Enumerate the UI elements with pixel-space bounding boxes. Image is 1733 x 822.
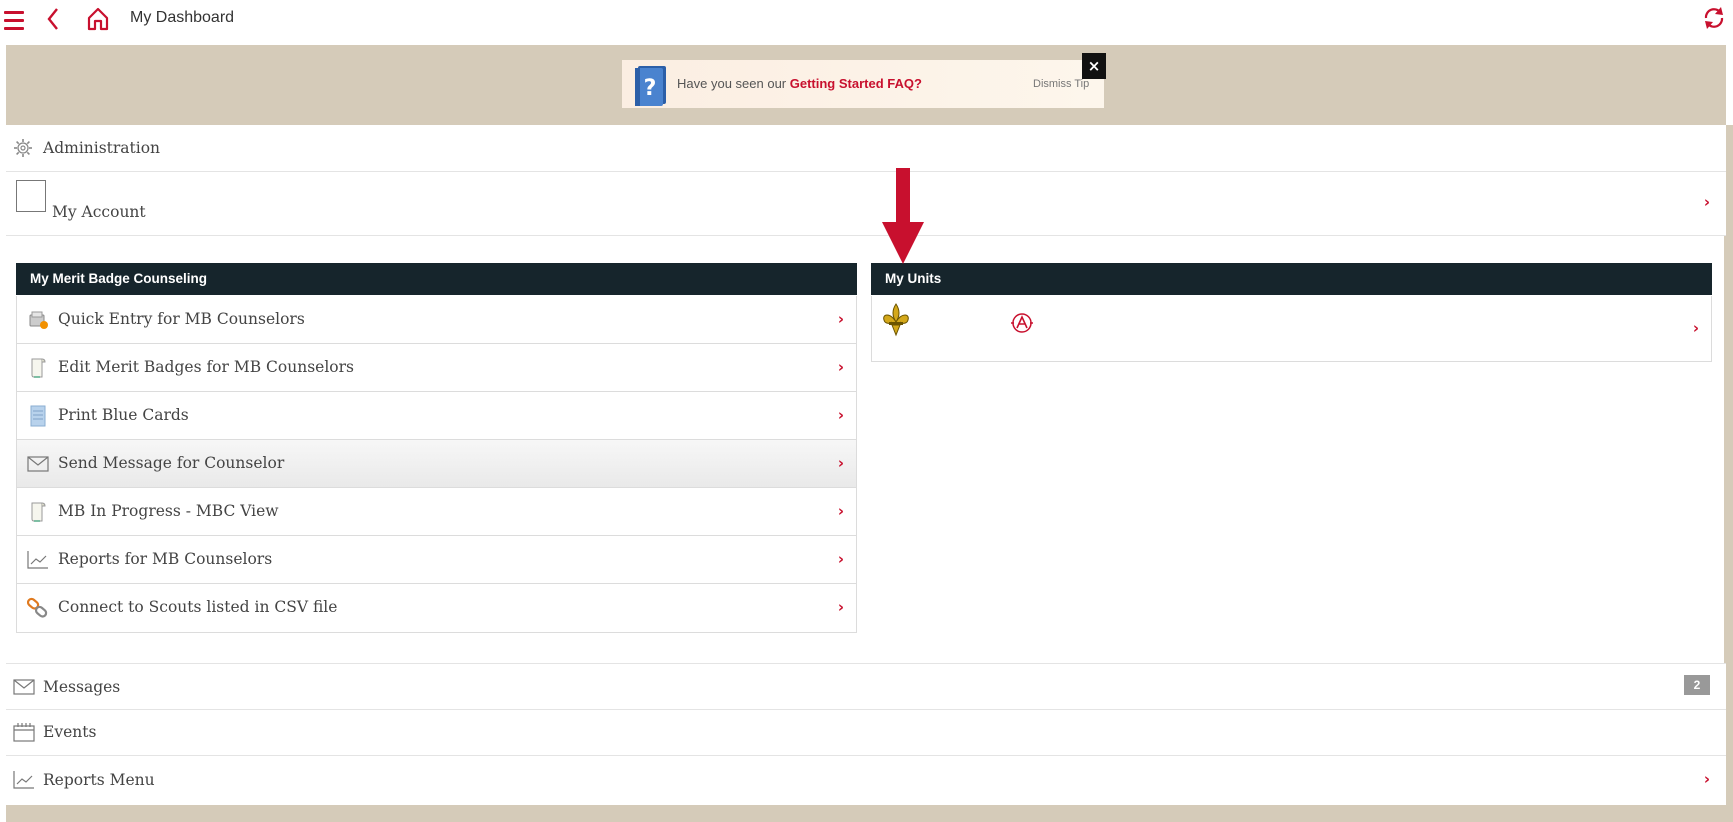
fleur-de-lis-icon (880, 302, 912, 342)
page-title: My Dashboard (130, 9, 235, 26)
events-label: Events (43, 723, 97, 741)
tip-box: ? Have you seen our Getting Started FAQ?… (622, 60, 1104, 108)
chevron-right-icon: › (1703, 193, 1710, 211)
my-units-header: My Units (871, 263, 1712, 295)
chevron-right-icon: › (837, 550, 844, 568)
chevron-right-icon: › (837, 598, 844, 616)
calendar-icon (13, 722, 35, 746)
red-down-arrow-icon (882, 168, 924, 268)
envelope-icon (27, 453, 49, 475)
item-label: Send Message for Counselor (58, 454, 285, 472)
administration-section[interactable]: Administration (6, 125, 1726, 172)
close-tip-button[interactable]: × (1082, 53, 1106, 79)
quick-entry-icon (27, 309, 49, 331)
chevron-right-icon: › (1692, 319, 1699, 337)
tip-text: Have you seen our Getting Started FAQ? (677, 76, 922, 91)
item-label: MB In Progress - MBC View (58, 502, 279, 520)
chevron-right-icon: › (837, 406, 844, 424)
scroll-icon (27, 357, 49, 379)
list-item[interactable]: Connect to Scouts listed in CSV file › (17, 584, 856, 632)
item-label: Edit Merit Badges for MB Counselors (58, 358, 354, 376)
messages-section[interactable]: Messages 2 (6, 663, 1726, 710)
chevron-right-icon: › (837, 358, 844, 376)
item-label: Connect to Scouts listed in CSV file (58, 598, 338, 616)
chevron-right-icon: › (1703, 770, 1710, 788)
svg-text:?: ? (644, 76, 657, 101)
avatar (16, 180, 46, 212)
getting-started-faq-link[interactable]: Getting Started FAQ? (790, 76, 922, 91)
events-section[interactable]: Events (6, 710, 1726, 756)
unit-type-emblem-icon (1010, 311, 1034, 339)
mb-counseling-list: Quick Entry for MB Counselors › Edit Mer… (16, 296, 857, 633)
my-account-section[interactable]: My Account › (6, 172, 1726, 236)
help-book-icon: ? (632, 63, 670, 111)
home-icon[interactable] (86, 6, 110, 36)
administration-label: Administration (43, 139, 161, 157)
chart-line-icon (27, 549, 49, 571)
item-label: Print Blue Cards (58, 406, 189, 424)
tip-prefix: Have you seen our (677, 76, 790, 91)
list-item[interactable]: Print Blue Cards › (17, 392, 856, 440)
item-label: Quick Entry for MB Counselors (58, 310, 305, 328)
chevron-right-icon: › (837, 310, 844, 328)
hamburger-menu-icon[interactable] (4, 6, 24, 32)
list-item[interactable]: Quick Entry for MB Counselors › (17, 296, 856, 344)
messages-label: Messages (43, 678, 121, 696)
messages-count-badge: 2 (1684, 675, 1710, 695)
back-chevron-icon[interactable] (46, 6, 60, 36)
mb-counseling-header: My Merit Badge Counseling (16, 263, 857, 295)
bottom-band (6, 805, 1733, 822)
tip-banner: ? Have you seen our Getting Started FAQ?… (6, 45, 1726, 125)
gear-icon (13, 138, 33, 162)
chevron-right-icon: › (837, 454, 844, 472)
blue-card-icon (27, 405, 49, 427)
list-item[interactable]: MB In Progress - MBC View › (17, 488, 856, 536)
my-account-label: My Account (52, 203, 146, 221)
list-item[interactable]: Send Message for Counselor › (17, 440, 856, 488)
reports-menu-section[interactable]: Reports Menu › (6, 756, 1726, 805)
scroll-icon (27, 501, 49, 523)
chain-link-icon (26, 597, 49, 619)
envelope-icon (13, 678, 35, 700)
top-bar: My Dashboard (0, 0, 1733, 41)
unit-row[interactable]: › (871, 296, 1712, 362)
chart-line-icon (13, 770, 35, 794)
item-label: Reports for MB Counselors (58, 550, 273, 568)
reports-menu-label: Reports Menu (43, 771, 155, 789)
refresh-icon[interactable] (1701, 4, 1727, 36)
chevron-right-icon: › (837, 502, 844, 520)
list-item[interactable]: Edit Merit Badges for MB Counselors › (17, 344, 856, 392)
list-item[interactable]: Reports for MB Counselors › (17, 536, 856, 584)
dismiss-tip-link[interactable]: Dismiss Tip (1033, 78, 1089, 90)
